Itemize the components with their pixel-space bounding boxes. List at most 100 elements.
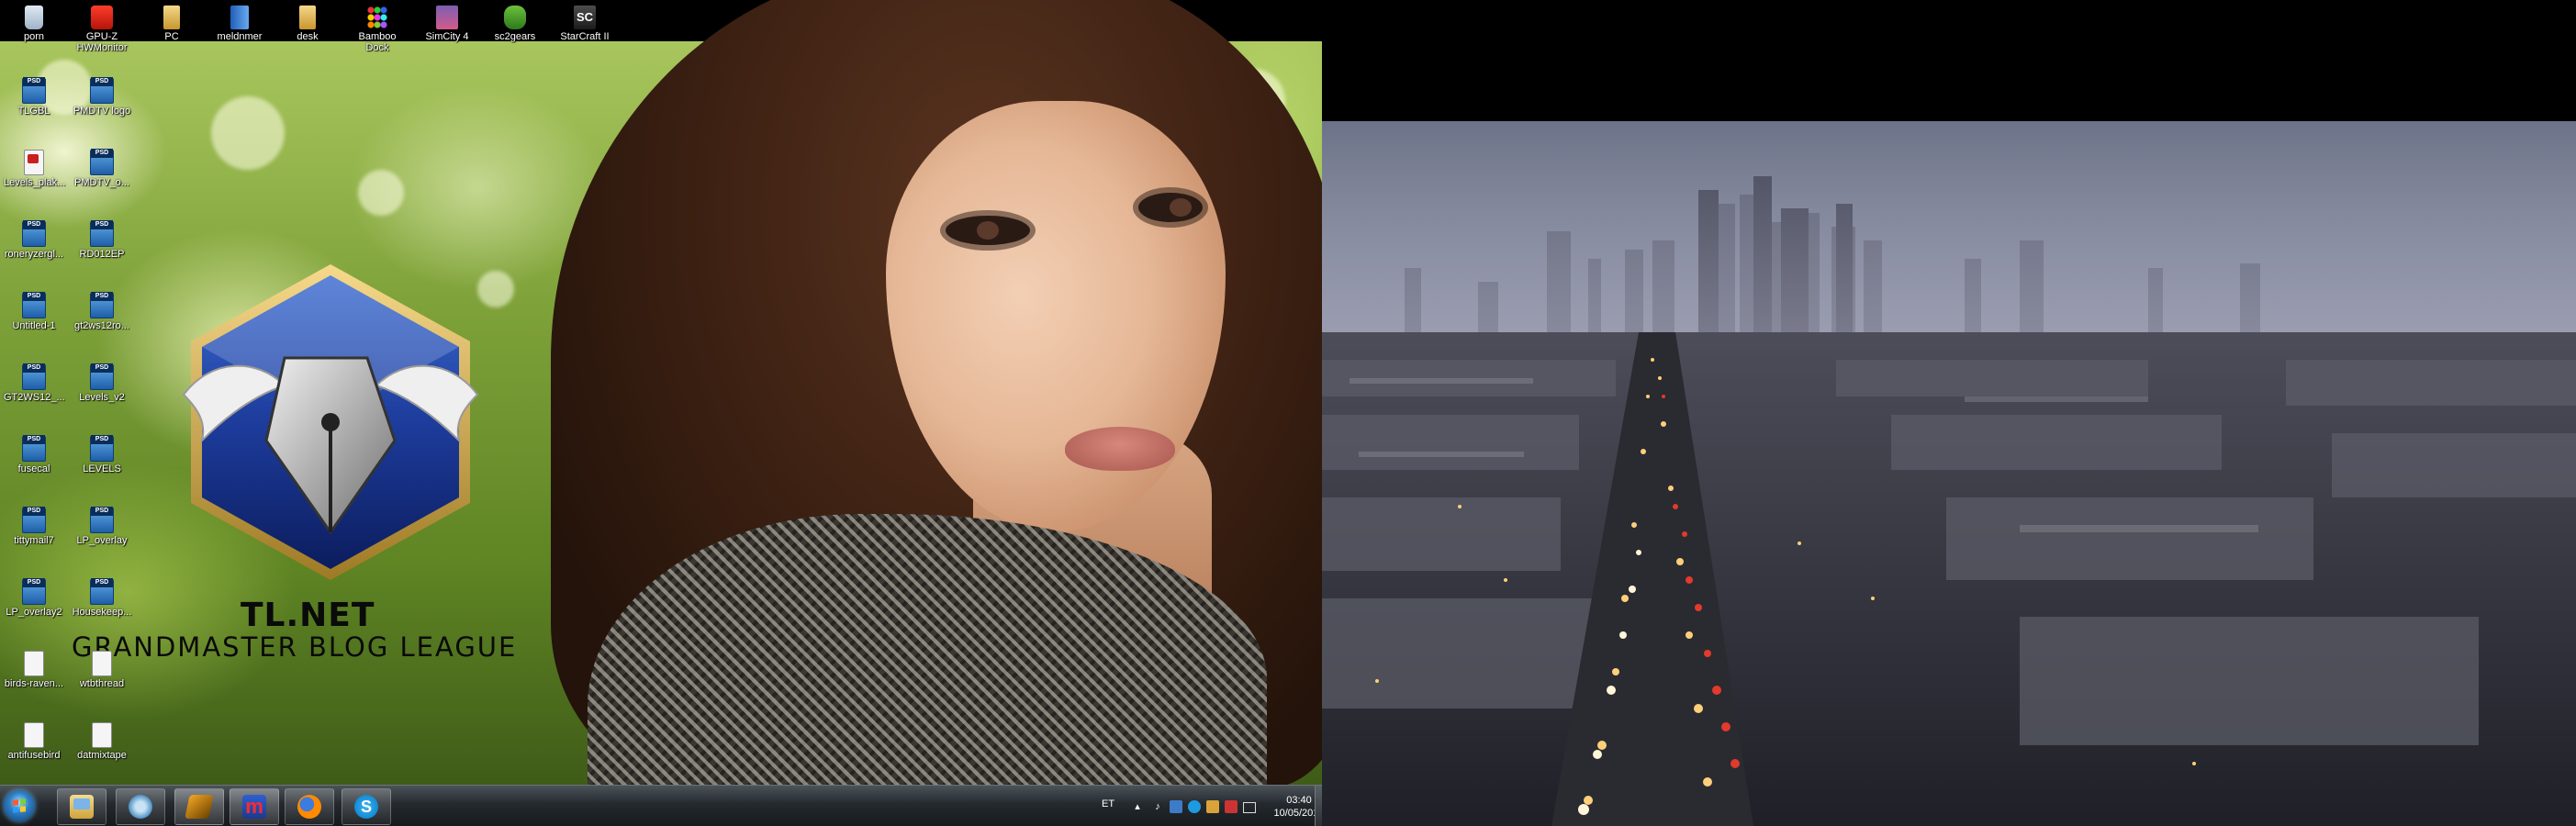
desktop-icon-tlgbl[interactable]: TLGBL	[4, 77, 64, 117]
taskbar-m-app-button[interactable]: m	[230, 788, 279, 825]
desktop-icon-label: Levels_plak...	[4, 177, 66, 188]
desktop-icon-fusecal[interactable]: fusecal	[4, 435, 64, 474]
psd-file-icon	[22, 77, 46, 104]
desktop-icon-meldnmer[interactable]: meldnmer	[209, 6, 270, 42]
desktop-icon-label: gt2ws12ro...	[74, 320, 129, 331]
volume-icon[interactable]: ♪	[1151, 800, 1164, 813]
psd-file-icon	[90, 435, 114, 462]
app-tray-icon[interactable]	[1206, 800, 1219, 813]
psd-file-icon	[22, 220, 46, 247]
pdf-file-icon	[24, 150, 44, 175]
sc2gears-icon	[504, 6, 526, 29]
taskbar-tool-button[interactable]	[116, 788, 165, 825]
desktop-icon-pmdtv-o[interactable]: PMDTV_o...	[72, 149, 132, 188]
taskbar-firefox-button[interactable]	[285, 788, 334, 825]
desktop-icon-rd012ep[interactable]: RD012EP	[72, 220, 132, 260]
desktop-icon-pmdtv-logo[interactable]: PMDTV logo	[72, 77, 132, 117]
logo-title: TL.NET	[241, 597, 375, 634]
desktop-icon-label: PC	[164, 31, 179, 42]
desktop-icon-levels-v2[interactable]: Levels_v2	[72, 363, 132, 403]
desktop-icon-label: Housekeep...	[72, 607, 132, 618]
bokeh-light	[211, 96, 285, 170]
desktop-icon-lp-overlay[interactable]: LP_overlay	[72, 507, 132, 546]
starcraft-icon: SC	[574, 6, 596, 29]
taskbar-winamp-button[interactable]	[174, 788, 224, 825]
taskbar-explorer-button[interactable]	[57, 788, 106, 825]
desktop-icon-label: meldnmer	[217, 31, 263, 42]
clock-date: 10/05/2012	[1273, 808, 1322, 819]
right-monitor	[1322, 0, 2576, 826]
desktop-icon-pc[interactable]: PC	[141, 6, 202, 42]
taskbar-skype-button[interactable]: S	[342, 788, 391, 825]
desktop-icon-gt2ws12ro[interactable]: gt2ws12ro...	[72, 292, 132, 331]
psd-file-icon	[22, 292, 46, 318]
desktop-icon-label: RD012EP	[79, 249, 125, 260]
desktop-icon-desk[interactable]: desk	[277, 6, 338, 42]
logo-subtitle: GRANDMASTER BLOG LEAGUE	[72, 631, 518, 663]
show-hidden-icons-icon[interactable]: ▴	[1131, 800, 1144, 813]
desktop-icon-label: sc2gears	[494, 31, 536, 42]
desktop-icon-wtbthread[interactable]: wtbthread	[72, 651, 132, 689]
action-center-icon[interactable]	[1243, 802, 1256, 813]
folder-icon	[163, 6, 180, 29]
desktop-icon-porn[interactable]: porn	[4, 6, 64, 42]
document-icon	[24, 651, 44, 676]
folder-icon	[299, 6, 316, 29]
desktop-icon-label: wtbthread	[79, 678, 125, 689]
desktop-icon-datmixtape[interactable]: datmixtape	[72, 722, 132, 761]
start-button[interactable]	[4, 790, 35, 821]
desktop-icon-housekeep[interactable]: Housekeep...	[72, 578, 132, 618]
desktop-icon-label: TLGBL	[17, 106, 50, 117]
portrait-lips	[1065, 427, 1175, 471]
bamboo-dock-icon	[366, 6, 388, 29]
psd-file-icon	[90, 292, 114, 318]
network-icon[interactable]	[1170, 800, 1182, 813]
desktop-icon-levels[interactable]: LEVELS	[72, 435, 132, 474]
desktop-icon-label: GT2WS12_...	[4, 392, 65, 403]
desktop-icon-label: StarCraft II	[560, 31, 610, 42]
desktop-icon-antifusebird[interactable]: antifusebird	[4, 722, 64, 761]
desktop-icon-levels-plak[interactable]: Levels_plak...	[4, 150, 66, 188]
psd-file-icon	[90, 77, 114, 104]
left-monitor: TL.NET GRANDMASTER BLOG LEAGUE porn GPU-…	[0, 0, 1322, 826]
show-desktop-button[interactable]	[1315, 786, 1322, 826]
wallpaper-right-paris-cityscape	[1322, 121, 2576, 826]
app-tray-icon[interactable]	[1225, 800, 1238, 813]
psd-file-icon	[22, 363, 46, 390]
psd-file-icon	[22, 507, 46, 533]
desktop-icon-label: PMDTV_o...	[74, 177, 129, 188]
desktop-icon-gpu-z[interactable]: GPU-Z HWMonitor	[72, 6, 132, 53]
system-tool-icon	[129, 795, 152, 819]
desktop-icon-simcity[interactable]: SimCity 4	[417, 6, 477, 42]
portrait-eye-right	[1138, 193, 1203, 222]
desktop-icon-birds-raven[interactable]: birds-raven...	[4, 651, 64, 689]
desktop-icon-label: antifusebird	[7, 750, 61, 761]
desktop-icon-label: LEVELS	[83, 463, 121, 474]
recycle-bin-icon	[25, 6, 43, 29]
firefox-icon	[297, 795, 321, 819]
tl-net-hexagon-logo	[182, 264, 479, 580]
app-tray-icon[interactable]	[1188, 800, 1201, 813]
desktop-icon-label: LP_overlay	[76, 535, 128, 546]
desktop-icon-starcraft[interactable]: SC StarCraft II	[554, 6, 615, 42]
bokeh-light	[358, 170, 404, 216]
desktop-icon-tittymail7[interactable]: tittymail7	[4, 507, 64, 546]
desktop-icon-untitled-1[interactable]: Untitled-1	[4, 292, 64, 331]
desktop-icon-lp-overlay2[interactable]: LP_overlay2	[4, 578, 64, 618]
desktop-icon-label: fusecal	[17, 463, 50, 474]
psd-file-icon	[90, 578, 114, 605]
book-icon	[230, 6, 249, 29]
taskbar-clock[interactable]: 03:40 10/05/2012	[1267, 794, 1322, 820]
desktop-icon-sc2gears[interactable]: sc2gears	[485, 6, 545, 42]
desktop-icon-label: Levels_v2	[79, 392, 125, 403]
language-indicator[interactable]: ET	[1102, 798, 1114, 809]
winamp-icon	[185, 795, 214, 819]
desktop-icon-gt2ws12[interactable]: GT2WS12_...	[4, 363, 65, 403]
desktop-icon-label: birds-raven...	[4, 678, 64, 689]
simcity-icon	[436, 6, 458, 29]
desktop-icon-bamboo-dock[interactable]: Bamboo Dock	[347, 6, 408, 53]
windows-explorer-icon	[70, 795, 94, 819]
desktop-icon-roneryzergl[interactable]: roneryzergl...	[4, 220, 64, 260]
psd-file-icon	[90, 149, 114, 175]
desktop-icon-label: porn	[23, 31, 45, 42]
